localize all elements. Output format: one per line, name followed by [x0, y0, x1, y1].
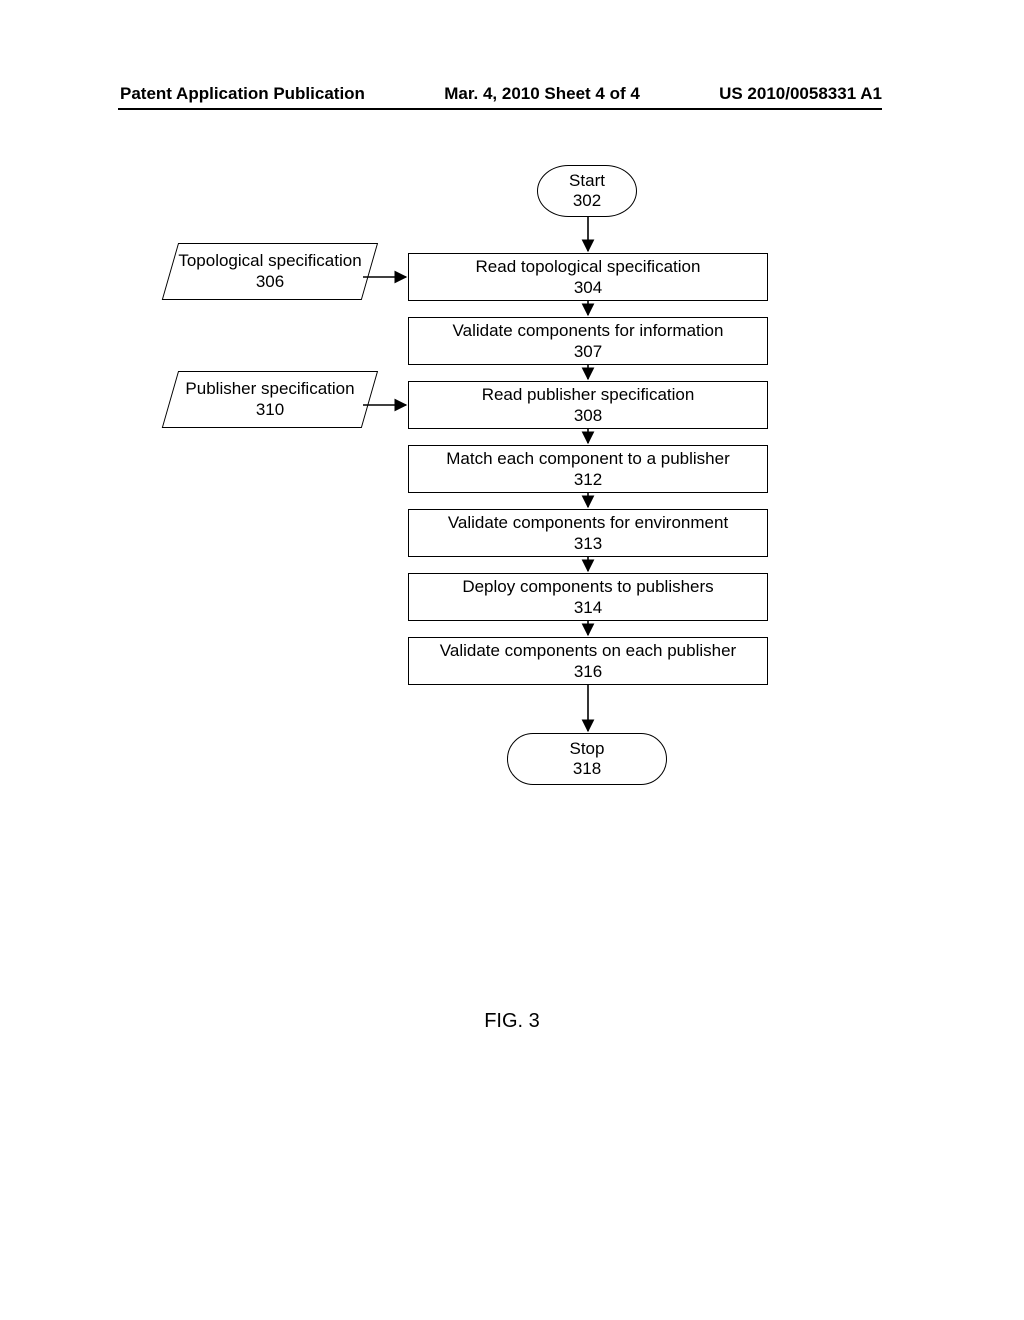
terminator-stop: Stop 318 — [507, 733, 667, 785]
process-step-0: Read topological specification 304 — [408, 253, 768, 301]
header-center: Mar. 4, 2010 Sheet 4 of 4 — [444, 84, 640, 104]
process-step-3: Match each component to a publisher 312 — [408, 445, 768, 493]
stop-num: 318 — [518, 759, 656, 779]
step-num: 308 — [413, 405, 763, 426]
step-label: Deploy components to publishers — [413, 576, 763, 597]
step-label: Validate components for environment — [413, 512, 763, 533]
start-label: Start — [548, 171, 626, 191]
step-num: 313 — [413, 533, 763, 554]
process-step-1: Validate components for information 307 — [408, 317, 768, 365]
step-label: Read topological specification — [413, 256, 763, 277]
input-num: 310 — [171, 399, 369, 420]
step-label: Validate components for information — [413, 320, 763, 341]
input-num: 306 — [171, 271, 369, 292]
step-num: 314 — [413, 597, 763, 618]
terminator-start: Start 302 — [537, 165, 637, 217]
process-step-6: Validate components on each publisher 31… — [408, 637, 768, 685]
input-publisher-spec: Publisher specification 310 — [170, 371, 370, 428]
header-right: US 2010/0058331 A1 — [719, 84, 882, 104]
step-label: Match each component to a publisher — [413, 448, 763, 469]
stop-label: Stop — [518, 739, 656, 759]
process-step-4: Validate components for environment 313 — [408, 509, 768, 557]
figure-label: FIG. 3 — [0, 1010, 1024, 1033]
input-topological-spec: Topological specification 306 — [170, 243, 370, 300]
page-header: Patent Application Publication Mar. 4, 2… — [0, 84, 1024, 104]
step-num: 316 — [413, 661, 763, 682]
input-label: Topological specification — [171, 250, 369, 271]
process-step-2: Read publisher specification 308 — [408, 381, 768, 429]
header-rule — [118, 108, 882, 110]
input-label: Publisher specification — [171, 378, 369, 399]
start-num: 302 — [548, 191, 626, 211]
step-label: Validate components on each publisher — [413, 640, 763, 661]
step-label: Read publisher specification — [413, 384, 763, 405]
step-num: 304 — [413, 277, 763, 298]
step-num: 312 — [413, 469, 763, 490]
step-num: 307 — [413, 341, 763, 362]
header-left: Patent Application Publication — [120, 84, 365, 104]
process-step-5: Deploy components to publishers 314 — [408, 573, 768, 621]
